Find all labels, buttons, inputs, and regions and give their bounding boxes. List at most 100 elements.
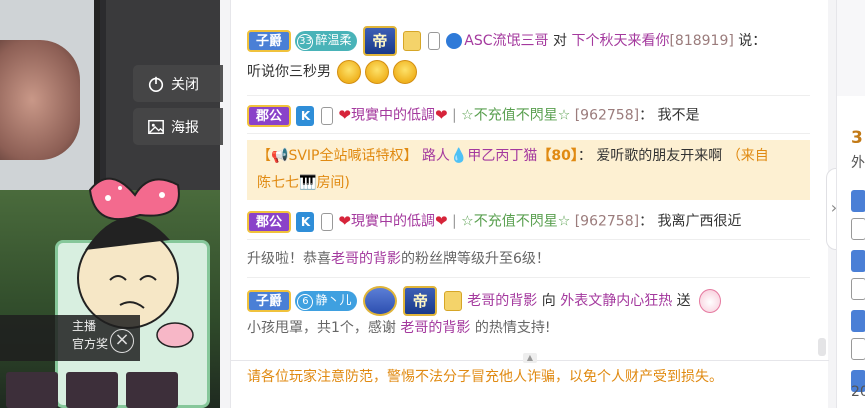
message-verb: 说：	[738, 33, 767, 49]
chat-scrollbar[interactable]	[818, 338, 826, 356]
thumbnail[interactable]	[6, 372, 58, 408]
rank-badge: 郡公	[247, 104, 292, 127]
user-name[interactable]: 現實中的低調	[351, 108, 435, 124]
phone-icon	[851, 218, 865, 240]
right-list-item[interactable]	[851, 190, 865, 212]
phone-icon	[427, 32, 440, 50]
emoji-icon	[337, 60, 362, 84]
phone-icon	[851, 278, 865, 300]
fan-badge: 33 醉温柔	[295, 31, 358, 51]
rank-badge: 郡公	[247, 210, 292, 233]
from-room: 房间)	[316, 175, 350, 191]
piano-icon: 🎹	[299, 175, 317, 191]
fraud-warning: 请各位玩家注意防范，警惕不法分子冒充他人诈骗，以免个人财产受到损失。	[247, 369, 723, 385]
chat-message: 郡公 K ❤現實中的低調❤ | ☆不充值不閃星☆ [962758]： 我离广西很…	[247, 206, 810, 240]
svip-user-level: 【80】	[537, 148, 578, 164]
right-list-item[interactable]	[851, 250, 865, 272]
phone-icon	[320, 106, 333, 125]
message-text: 我离广西很近	[657, 213, 742, 230]
power-icon	[148, 76, 164, 92]
gift-message: 子爵 6 静丶儿 帝 老哥的背影 向 外表文静内心狂热 送 小孩甩罩，共1个，感谢…	[247, 286, 810, 352]
thumbnail[interactable]	[66, 372, 118, 408]
rank-badge: 子爵	[247, 290, 292, 312]
emoji-icon	[393, 60, 418, 84]
svip-user-prefix[interactable]: 路人	[422, 148, 450, 164]
right-sidebar-header	[837, 0, 865, 96]
image-icon	[148, 119, 164, 134]
message-text: 我不是	[657, 107, 700, 124]
levelup-prefix: 升级啦！恭喜	[247, 251, 331, 267]
colon: ：	[577, 148, 592, 164]
right-bottom-number: 20	[851, 384, 865, 400]
user-name[interactable]: 老哥的背影	[467, 293, 537, 309]
star-name: ☆不充值不閃星☆	[461, 107, 571, 124]
heart-icon: ❤	[434, 106, 448, 124]
colon: ：	[639, 213, 654, 230]
wing-icon	[362, 286, 397, 316]
levelup-user[interactable]: 老哥的背影	[331, 251, 401, 267]
notice-close-button[interactable]: ×	[110, 329, 134, 353]
message-text: 听说你三秒男	[247, 64, 331, 80]
levelup-suffix: 的粉丝牌等级升至6级！	[401, 251, 550, 267]
user-id: [962758]	[574, 213, 640, 230]
king-icon: 帝	[403, 286, 438, 316]
phone-icon	[320, 212, 333, 231]
phone-icon	[851, 338, 865, 360]
svip-broadcast: 【📢SVIP全站喊话特权】 路人💧甲乙丙丁猫【80】： 爱听歌的朋友开来啊 （来…	[247, 140, 810, 200]
chat-message: 子爵 33 醉温柔 帝 ASC流氓三哥 对 下个秋天来看你[818919] 说： …	[247, 26, 810, 96]
gift-text: 小孩甩罩，共1个，感谢	[247, 320, 396, 336]
separator: |	[451, 213, 457, 230]
user-name[interactable]: ASC流氓三哥	[464, 33, 548, 49]
thanks-text: 的热情支持!	[474, 320, 551, 336]
thumbnail[interactable]	[126, 372, 178, 408]
svip-user-name[interactable]: 甲乙丙丁猫	[467, 148, 537, 164]
user-name[interactable]: 現實中的低調	[351, 214, 435, 230]
message-connector: 向	[541, 293, 556, 309]
message-connector: 对	[553, 33, 567, 49]
heart-icon: ❤	[434, 212, 448, 230]
thanks-user[interactable]: 老哥的背影	[400, 320, 470, 336]
target-user-id: [818919]	[669, 33, 734, 49]
water-drop-icon: 💧	[449, 148, 468, 164]
rank-badge: 子爵	[247, 30, 292, 52]
heart-icon: ❤	[338, 212, 351, 230]
close-video-button[interactable]: 关闭	[133, 65, 223, 102]
target-user-name[interactable]: 外表文静内心狂热	[560, 293, 672, 309]
right-rank-number: 3	[851, 128, 863, 148]
right-sidebar: 3 外 20	[836, 0, 865, 408]
k-icon: K	[296, 211, 315, 232]
star-name: ☆不充值不閃星☆	[461, 213, 571, 230]
right-sub-label: 外	[851, 155, 865, 171]
from-user[interactable]: 陈七七	[257, 175, 299, 191]
gift-icon	[699, 289, 722, 313]
megaphone-icon: 【📢	[257, 148, 289, 164]
k-icon: K	[296, 105, 315, 126]
fan-name: 静丶儿	[315, 293, 352, 307]
svip-label: SVIP全站喊话特权】	[288, 148, 418, 164]
emoji-icon	[365, 60, 390, 84]
fan-level: 6	[297, 294, 314, 310]
fan-badge: 6 静丶儿	[295, 291, 358, 311]
scroll-up-icon[interactable]: ▲	[523, 353, 537, 363]
fan-level: 33	[297, 34, 314, 50]
poster-button[interactable]: 海报	[133, 108, 223, 145]
king-icon: 帝	[362, 26, 397, 56]
host-icon	[403, 31, 422, 51]
from-prefix: （来自	[726, 148, 769, 164]
chat-message: 郡公 K ❤現實中的低調❤ | ☆不充值不閃星☆ [962758]： 我不是	[247, 100, 810, 134]
separator: |	[451, 107, 457, 124]
vip-dot-icon	[446, 33, 463, 49]
user-id: [962758]	[574, 107, 640, 124]
close-video-label: 关闭	[171, 76, 199, 93]
target-user-name[interactable]: 下个秋天来看你	[571, 33, 669, 49]
host-icon	[443, 291, 462, 311]
heart-icon: ❤	[338, 106, 351, 124]
system-message: 升级啦！恭喜老哥的背影的粉丝牌等级升至6级！	[247, 244, 810, 278]
colon: ：	[639, 107, 654, 124]
message-verb: 送	[676, 293, 691, 309]
chat-panel: 子爵 33 醉温柔 帝 ASC流氓三哥 对 下个秋天来看你[818919] 说： …	[230, 0, 829, 408]
video-content	[0, 40, 80, 160]
poster-label: 海报	[171, 119, 199, 136]
right-list-item[interactable]	[851, 310, 865, 332]
fan-name: 醉温柔	[315, 33, 352, 47]
